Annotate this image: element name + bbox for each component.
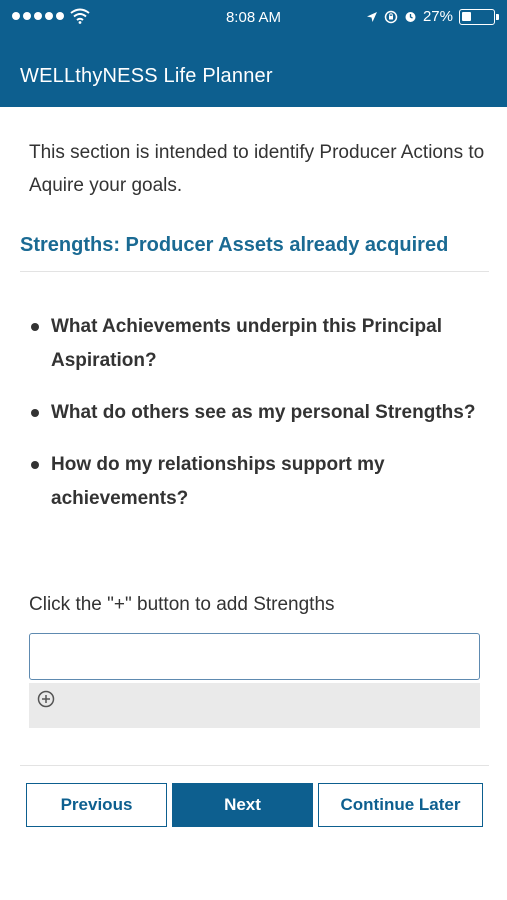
screen-lock-icon <box>384 10 398 23</box>
battery-percent: 27% <box>422 8 453 25</box>
plus-circle-icon[interactable] <box>37 690 55 708</box>
app-title: WELLthyNESS Life Planner <box>20 65 273 87</box>
location-arrow-icon <box>366 11 377 22</box>
question-item: What do others see as my personal Streng… <box>29 396 479 430</box>
next-button[interactable]: Next <box>172 783 313 827</box>
intro-text: This section is intended to identify Pro… <box>29 142 485 196</box>
status-bar: 8:08 AM 27% <box>0 0 507 36</box>
strength-input[interactable] <box>29 633 480 680</box>
add-strengths-hint: Click the "+" button to add Strengths <box>29 594 335 615</box>
question-item: How do my relationships support my achie… <box>29 448 479 516</box>
previous-button[interactable]: Previous <box>26 783 167 827</box>
continue-later-button[interactable]: Continue Later <box>318 783 483 827</box>
app-header: 8:08 AM 27% WELLthyNESS Life Planner <box>0 0 507 107</box>
question-item: What Achievements underpin this Principa… <box>29 310 479 378</box>
alarm-icon <box>405 12 416 22</box>
footer-divider <box>20 765 489 766</box>
battery-icon <box>459 8 499 25</box>
question-list: What Achievements underpin this Principa… <box>29 310 479 534</box>
section-divider <box>20 271 489 272</box>
add-strength-bar <box>29 683 480 728</box>
section-heading: Strengths: Producer Assets already acqui… <box>20 234 449 256</box>
